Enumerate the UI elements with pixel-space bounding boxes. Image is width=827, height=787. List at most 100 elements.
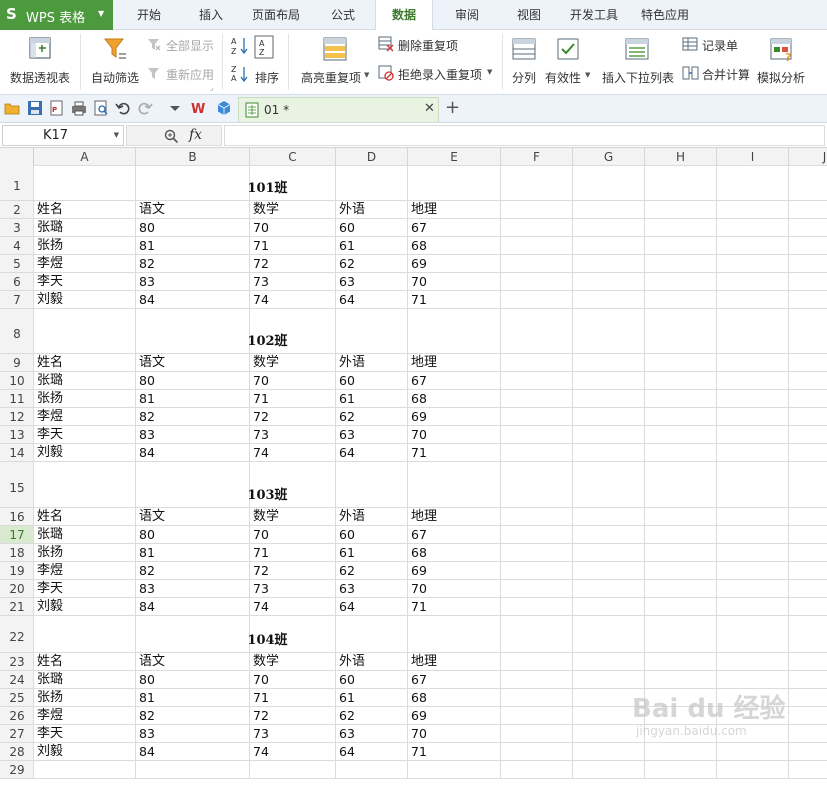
score-cell[interactable]: 83 [136,725,155,743]
score-cell[interactable]: 70 [408,426,427,444]
row-header[interactable]: 6 [0,273,34,291]
column-label-cell[interactable]: 姓名 [34,653,63,671]
score-cell[interactable]: 81 [136,689,155,707]
score-cell[interactable]: 71 [408,598,427,616]
row-header[interactable]: 16 [0,508,34,526]
close-tab-icon[interactable]: ✕ [424,101,435,116]
what-if-analysis-button[interactable]: ? 模拟分析 [756,34,812,90]
score-cell[interactable]: 63 [336,580,355,598]
split-column-button[interactable]: 分列 [508,34,540,90]
print-icon[interactable] [71,100,87,116]
score-cell[interactable]: 73 [250,273,269,291]
validity-button[interactable]: 有效性 ▼ [544,34,596,90]
student-name-cell[interactable]: 李天 [34,725,63,743]
tab-start[interactable]: 开始 [126,0,172,30]
show-all-button[interactable]: 全部显示 [146,35,220,55]
row-header[interactable]: 26 [0,707,34,725]
score-cell[interactable]: 80 [136,372,155,390]
tab-dev-tools[interactable]: 开发工具 [565,0,623,30]
highlight-duplicates-button[interactable]: 高亮重复项 ▼ [298,34,372,90]
score-cell[interactable]: 60 [336,372,355,390]
record-form-button[interactable]: 记录单 [682,35,748,55]
score-cell[interactable]: 72 [250,255,269,273]
row-header[interactable]: 4 [0,237,34,255]
column-label-cell[interactable]: 姓名 [34,508,63,526]
column-header-e[interactable]: E [408,148,501,166]
score-cell[interactable]: 64 [336,444,355,462]
row-header[interactable]: 12 [0,408,34,426]
score-cell[interactable]: 84 [136,291,155,309]
tab-data[interactable]: 数据 [375,0,433,31]
row-header[interactable]: 11 [0,390,34,408]
score-cell[interactable]: 81 [136,237,155,255]
score-cell[interactable]: 80 [136,671,155,689]
row-header[interactable]: 8 [0,309,34,354]
tab-special[interactable]: 特色应用 [636,0,694,30]
column-header-g[interactable]: G [573,148,645,166]
row-header[interactable]: 24 [0,671,34,689]
undo-icon[interactable] [115,100,131,116]
score-cell[interactable]: 70 [250,671,269,689]
save-icon[interactable] [27,100,43,116]
row-header[interactable]: 27 [0,725,34,743]
score-cell[interactable]: 81 [136,544,155,562]
delete-duplicates-button[interactable]: 删除重复项 [378,35,468,55]
column-label-cell[interactable]: 语文 [136,508,165,526]
tab-view[interactable]: 视图 [506,0,552,30]
score-cell[interactable]: 67 [408,671,427,689]
column-label-cell[interactable]: 语文 [136,201,165,219]
row-header[interactable]: 29 [0,761,34,779]
student-name-cell[interactable]: 刘毅 [34,743,63,761]
score-cell[interactable]: 82 [136,255,155,273]
column-label-cell[interactable]: 外语 [336,201,365,219]
column-label-cell[interactable]: 地理 [408,508,437,526]
open-folder-icon[interactable] [4,100,20,116]
student-name-cell[interactable]: 李天 [34,580,63,598]
score-cell[interactable]: 71 [250,544,269,562]
score-cell[interactable]: 72 [250,408,269,426]
row-header[interactable]: 21 [0,598,34,616]
score-cell[interactable]: 71 [250,390,269,408]
sort-button[interactable]: A Z A Z Z A 排序 [230,34,282,90]
launcher-icon[interactable]: ⌟ [210,84,213,92]
insert-dropdown-list-button[interactable]: 插入下拉列表 [600,34,676,90]
score-cell[interactable]: 82 [136,562,155,580]
score-cell[interactable]: 60 [336,219,355,237]
score-cell[interactable]: 61 [336,237,355,255]
column-header-j[interactable]: J [789,148,827,166]
score-cell[interactable]: 62 [336,562,355,580]
row-header[interactable]: 5 [0,255,34,273]
score-cell[interactable]: 83 [136,273,155,291]
row-header[interactable]: 9 [0,354,34,372]
row-header[interactable]: 17 [0,526,34,544]
score-cell[interactable]: 74 [250,291,269,309]
score-cell[interactable]: 61 [336,544,355,562]
row-header[interactable]: 2 [0,201,34,219]
score-cell[interactable]: 69 [408,408,427,426]
column-label-cell[interactable]: 数学 [250,508,279,526]
row-header[interactable]: 22 [0,616,34,653]
score-cell[interactable]: 83 [136,580,155,598]
score-cell[interactable]: 64 [336,598,355,616]
score-cell[interactable]: 64 [336,291,355,309]
score-cell[interactable]: 82 [136,408,155,426]
student-name-cell[interactable]: 李煜 [34,255,63,273]
score-cell[interactable]: 69 [408,255,427,273]
score-cell[interactable]: 83 [136,426,155,444]
row-header[interactable]: 19 [0,562,34,580]
student-name-cell[interactable]: 张璐 [34,671,63,689]
row-header[interactable]: 1 [0,166,34,201]
reject-duplicates-button[interactable]: 拒绝录入重复项 ▼ [378,64,498,84]
score-cell[interactable]: 60 [336,526,355,544]
zoom-search-icon[interactable] [164,129,179,144]
print-preview-icon[interactable] [93,100,109,116]
score-cell[interactable]: 67 [408,219,427,237]
tab-page-layout[interactable]: 页面布局 [246,0,306,30]
score-cell[interactable]: 68 [408,689,427,707]
student-name-cell[interactable]: 刘毅 [34,444,63,462]
row-header[interactable]: 15 [0,462,34,508]
student-name-cell[interactable]: 张璐 [34,219,63,237]
select-all-corner[interactable] [0,148,34,166]
student-name-cell[interactable]: 张扬 [34,237,63,255]
score-cell[interactable]: 84 [136,743,155,761]
